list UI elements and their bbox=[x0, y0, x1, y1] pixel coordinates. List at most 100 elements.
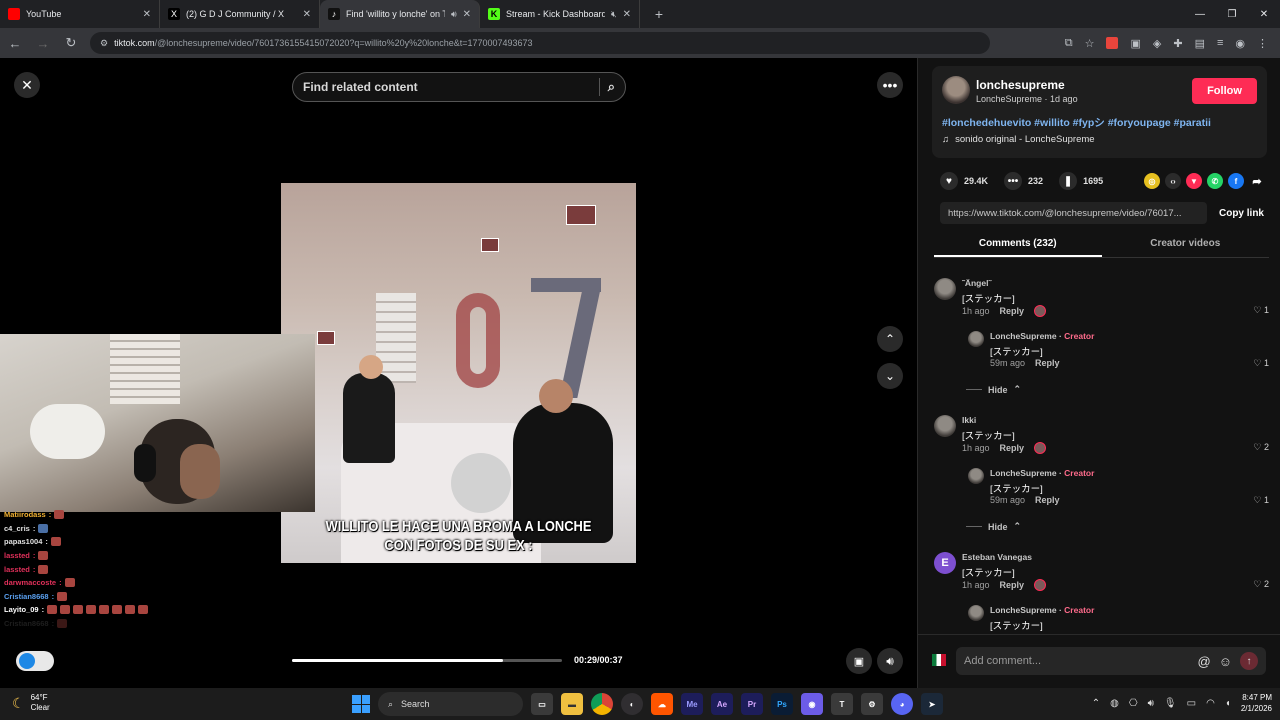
embed-icon[interactable]: ‹› bbox=[1165, 173, 1181, 189]
reply-button[interactable]: Reply bbox=[1000, 580, 1025, 590]
comment-input[interactable]: Add comment... @ ☺ ↑ bbox=[956, 647, 1266, 675]
chat-username[interactable]: lassted bbox=[4, 551, 30, 560]
share-link-field[interactable]: https://www.tiktok.com/@lonchesupreme/vi… bbox=[940, 202, 1207, 224]
emoji-icon[interactable]: ☺ bbox=[1219, 654, 1232, 669]
search-icon[interactable]: ⌕ bbox=[608, 79, 615, 95]
chat-username[interactable]: Cristian8668 bbox=[4, 592, 49, 601]
reply-username[interactable]: LoncheSupreme · Creator bbox=[990, 605, 1094, 615]
weather-widget[interactable]: ☾ 64°F Clear bbox=[12, 693, 50, 713]
speaker-icon[interactable]: 🔊︎ bbox=[451, 9, 457, 20]
reply-like-button[interactable]: ♡ 1 bbox=[1253, 358, 1269, 369]
speaker-icon[interactable]: ◖ bbox=[1225, 698, 1231, 709]
reply-button[interactable]: Reply bbox=[1035, 358, 1060, 368]
obs-icon[interactable]: ◐ bbox=[621, 693, 643, 715]
comment-like-button[interactable]: ♡ 2 bbox=[1253, 579, 1269, 590]
close-viewer-button[interactable]: ✕ bbox=[14, 72, 40, 98]
avatar[interactable] bbox=[968, 331, 984, 347]
volume-icon[interactable]: 🔊︎ bbox=[1148, 698, 1154, 709]
windows-start-icon[interactable] bbox=[352, 695, 370, 713]
comment-button[interactable]: ••• 232 bbox=[1004, 172, 1043, 190]
steam-icon[interactable]: ➤ bbox=[921, 693, 943, 715]
microphone-icon[interactable]: 🎙︎ bbox=[1164, 698, 1177, 709]
adblock-extension-icon[interactable] bbox=[1106, 37, 1119, 49]
tab-comments[interactable]: Comments (232) bbox=[934, 230, 1102, 257]
site-info-icon[interactable]: ⚙ bbox=[100, 38, 108, 49]
avatar[interactable] bbox=[968, 605, 984, 621]
reload-icon[interactable]: ↻ bbox=[62, 35, 80, 51]
avatar[interactable] bbox=[942, 76, 970, 104]
close-icon[interactable]: ✕ bbox=[143, 9, 151, 20]
chevron-down-icon[interactable]: ⌄ bbox=[877, 363, 903, 389]
whatsapp-icon[interactable]: ✆ bbox=[1207, 173, 1223, 189]
extension-icon[interactable]: ▣ bbox=[1130, 37, 1140, 50]
after-effects-icon[interactable]: Ae bbox=[711, 693, 733, 715]
tab-tiktok[interactable]: ♪ Find 'willito y lonche' on Tik 🔊︎ ✕ bbox=[320, 0, 480, 28]
copy-link-button[interactable]: Copy link bbox=[1207, 208, 1270, 219]
profile-icon[interactable]: ◉ bbox=[1235, 37, 1245, 50]
taskbar-search[interactable]: ⌕ Search bbox=[378, 692, 523, 716]
video-player[interactable]: WILLITO LE HACE UNA BROMA A LONCHE CON F… bbox=[281, 183, 636, 563]
discord-icon[interactable]: ◕ bbox=[891, 693, 913, 715]
close-icon[interactable]: ✕ bbox=[623, 9, 631, 20]
reply-button[interactable]: Reply bbox=[1000, 306, 1025, 316]
network-icon[interactable]: ▭ bbox=[1187, 698, 1196, 709]
cast-icon[interactable]: ⧉ bbox=[1065, 37, 1073, 50]
send-icon[interactable]: ▼ bbox=[1186, 173, 1202, 189]
reply-button[interactable]: Reply bbox=[1035, 495, 1060, 505]
app-icon[interactable]: ◉ bbox=[801, 693, 823, 715]
comment-username[interactable]: Esteban Vanegas bbox=[962, 552, 1032, 562]
chat-username[interactable]: papas1004 bbox=[4, 537, 42, 546]
save-button[interactable]: ❚ 1695 bbox=[1059, 172, 1103, 190]
avatar[interactable] bbox=[934, 415, 956, 437]
mention-icon[interactable]: @ bbox=[1198, 654, 1211, 669]
close-icon[interactable]: ✕ bbox=[463, 9, 471, 20]
task-view-icon[interactable]: ▭ bbox=[531, 693, 553, 715]
follow-button[interactable]: Follow bbox=[1192, 78, 1257, 104]
chat-username[interactable]: Matiirodass bbox=[4, 510, 46, 519]
app-icon[interactable]: ⚙ bbox=[861, 693, 883, 715]
video-progress-bar[interactable] bbox=[292, 659, 562, 662]
comment-like-button[interactable]: ♡ 2 bbox=[1253, 442, 1269, 453]
close-window-icon[interactable]: ✕ bbox=[1248, 0, 1280, 28]
photoshop-icon[interactable]: Ps bbox=[771, 693, 793, 715]
chat-username[interactable]: darwmaccoste bbox=[4, 578, 56, 587]
hashtags[interactable]: #lonchedehuevito #willito #fypシ #foryoup… bbox=[942, 115, 1211, 130]
soundcloud-icon[interactable]: ☁ bbox=[651, 693, 673, 715]
chat-username[interactable]: c4_cris bbox=[4, 524, 30, 533]
sound-link[interactable]: ♫ sonido original - LoncheSupreme bbox=[942, 134, 1095, 145]
new-tab-button[interactable]: + bbox=[648, 3, 670, 25]
volume-icon[interactable]: 🔊︎ bbox=[877, 648, 903, 674]
reply-username[interactable]: LoncheSupreme · Creator bbox=[990, 331, 1094, 341]
tray-app-icon[interactable]: ◍ bbox=[1110, 698, 1119, 709]
related-search-input[interactable]: Find related content ⌕ bbox=[292, 72, 626, 102]
tab-x[interactable]: X (2) G D J Community / X ✕ bbox=[160, 0, 320, 28]
send-arrow-icon[interactable]: ↑ bbox=[1240, 652, 1258, 670]
back-icon[interactable]: ← bbox=[6, 36, 24, 51]
facebook-icon[interactable]: f bbox=[1228, 173, 1244, 189]
muted-speaker-icon[interactable]: 🔇︎ bbox=[611, 9, 617, 20]
restore-icon[interactable]: ❐ bbox=[1216, 0, 1248, 28]
tab-creator-videos[interactable]: Creator videos bbox=[1102, 230, 1270, 257]
avatar[interactable] bbox=[968, 468, 984, 484]
avatar[interactable] bbox=[934, 278, 956, 300]
premiere-icon[interactable]: Pr bbox=[741, 693, 763, 715]
file-explorer-icon[interactable]: ▬ bbox=[561, 693, 583, 715]
sidebar-icon[interactable]: ▤ bbox=[1195, 37, 1205, 50]
chrome-icon[interactable] bbox=[591, 693, 613, 715]
forward-icon[interactable]: → bbox=[34, 36, 52, 51]
chevron-up-icon[interactable]: ⌃ bbox=[877, 326, 903, 352]
comment-username[interactable]: ˜Ängel˜ bbox=[962, 278, 991, 288]
hide-replies-button[interactable]: Hide ⌃ bbox=[966, 384, 1021, 395]
reply-username[interactable]: LoncheSupreme · Creator bbox=[990, 468, 1094, 478]
avatar[interactable]: E bbox=[934, 552, 956, 574]
bookmark-star-icon[interactable]: ☆ bbox=[1085, 37, 1095, 50]
close-icon[interactable]: ✕ bbox=[303, 9, 311, 20]
url-field[interactable]: ⚙ tiktok.com/@lonchesupreme/video/760173… bbox=[90, 32, 990, 54]
media-encoder-icon[interactable]: Me bbox=[681, 693, 703, 715]
tray-app-icon[interactable]: ⎔ bbox=[1129, 698, 1138, 709]
menu-icon[interactable]: ⋮ bbox=[1257, 37, 1268, 50]
comment-username[interactable]: Ikki bbox=[962, 415, 976, 425]
chat-username[interactable]: Cristian8668 bbox=[4, 619, 49, 628]
text-app-icon[interactable]: T bbox=[831, 693, 853, 715]
chat-username[interactable]: Layito_09 bbox=[4, 605, 39, 614]
